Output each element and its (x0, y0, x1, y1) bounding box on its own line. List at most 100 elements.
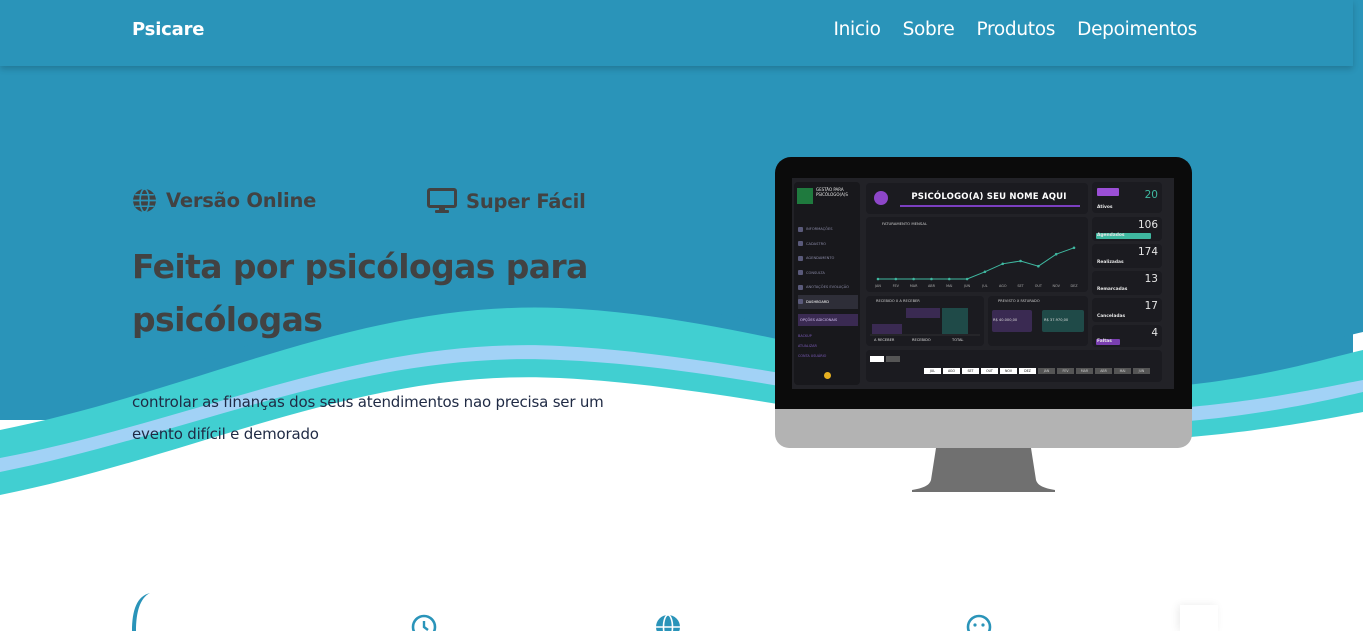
revenue-point (983, 270, 987, 274)
kpi-faltas-value: 4 (1151, 327, 1158, 339)
month-chip[interactable]: NOV (1000, 368, 1017, 374)
kpi-realizadas: 174 Realizadas (1092, 244, 1162, 268)
month-chip[interactable]: AGO (943, 368, 960, 374)
globe-icon (133, 188, 156, 213)
billed-value: R$ 37.970,00 (1044, 318, 1069, 322)
month-chip[interactable]: OUT (981, 368, 998, 374)
revenue-month-label: DEZ (1070, 284, 1078, 288)
dash-side-extra[interactable]: OPÇÕES ADICIONAIS (798, 314, 858, 326)
monitor-chin (775, 409, 1192, 448)
revenue-month-label: ABR (928, 284, 936, 288)
month-chip[interactable]: ABR (1095, 368, 1112, 374)
kpi-agendados-label: Agendados (1097, 233, 1125, 238)
feature-easy: Super Fácil (427, 188, 586, 214)
monitor-mockup: GESTÃO PARA PSICÓLOGO(A)S INFORMAÇÕES CA… (775, 157, 1192, 493)
revenue-month-label: AGO (999, 284, 1007, 288)
nav-link-depoimentos[interactable]: Depoimentos (1077, 19, 1197, 40)
kpi-ativos: 20 Ativos (1092, 182, 1162, 213)
feature-online: Versão Online (132, 188, 316, 213)
people-icon (1097, 188, 1119, 196)
revenue-month-label: OUT (1035, 284, 1043, 288)
forecast-card-title: PREVISTO X FATURADO (998, 299, 1040, 303)
revenue-point (1054, 252, 1058, 256)
brand-logo[interactable]: Psicare (132, 19, 204, 40)
month-chip[interactable]: JUN (1133, 368, 1150, 374)
monitor-stand (912, 448, 1055, 492)
dash-side-item[interactable]: CONSULTA (798, 266, 858, 281)
revenue-chart-card: FATURAMENTO MENSAL JAN FEV MAR ABR MAI JUN JUL… (866, 217, 1088, 292)
kpi-faltas-label: Faltas (1097, 339, 1112, 344)
year-chip[interactable] (886, 356, 900, 362)
kpi-realizadas-value: 174 (1137, 246, 1158, 258)
revenue-point (947, 277, 951, 281)
revenue-point (1037, 264, 1040, 268)
revenue-point (1001, 262, 1005, 266)
revenue-month-label: NOV (1052, 284, 1060, 288)
dash-side-sub[interactable]: ATUALIZAR (798, 344, 858, 348)
kpi-agendados-value: 106 (1137, 219, 1158, 231)
kpi-agendados: 106 Agendados (1092, 217, 1162, 241)
month-chip[interactable]: SET (962, 368, 979, 374)
month-chip[interactable]: JUL (924, 368, 941, 374)
nav-links: Inicio Sobre Produtos Depoimentos (833, 19, 1197, 40)
revenue-point (965, 277, 969, 281)
feature-online-label: Versão Online (166, 189, 317, 212)
clock-icon (411, 614, 437, 631)
col-a-receber: A RECEBER (874, 338, 895, 342)
kpi-remarcadas-label: Remarcadas (1097, 287, 1128, 292)
kpi-canceladas-value: 17 (1144, 300, 1158, 312)
revenue-point (1019, 259, 1022, 263)
nav-link-inicio[interactable]: Inicio (833, 19, 880, 40)
year-chip[interactable] (870, 356, 884, 362)
revenue-month-label: JUL (981, 284, 987, 288)
month-filter: JUL AGO SET OUT NOV DEZ JAN FEV MAR ABR MAI JUN (866, 350, 1162, 382)
kpi-canceladas-label: Canceladas (1097, 314, 1126, 319)
excel-logo-icon (797, 188, 813, 204)
revenue-month-label: JAN (874, 284, 881, 288)
dashboard-sidebar: GESTÃO PARA PSICÓLOGO(A)S INFORMAÇÕES CA… (794, 182, 860, 385)
hero-subtext: controlar as finanças dos seus atendimen… (132, 393, 604, 443)
kpi-canceladas: 17 Canceladas (1092, 298, 1162, 322)
hero-headline: Feita por psicólogas para psicólogas (132, 247, 588, 339)
dash-side-sub[interactable]: CONTA USUÁRIO (798, 354, 858, 358)
dash-side-item[interactable]: AGENDAMENTO (798, 251, 858, 266)
globe-icon (656, 614, 680, 631)
col-total: TOTAL (952, 338, 964, 342)
feature-card-edge (1180, 605, 1218, 631)
dash-side-item[interactable]: INFORMAÇÕES (798, 222, 858, 237)
nav-link-produtos[interactable]: Produtos (976, 19, 1055, 40)
monitor-icon (427, 188, 457, 213)
brain-icon (874, 191, 888, 205)
navbar: Psicare Inicio Sobre Produtos Depoimento… (0, 0, 1353, 66)
kpi-ativos-label: Ativos (1097, 205, 1113, 210)
revenue-line (878, 247, 1075, 280)
month-chips: JUL AGO SET OUT NOV DEZ JAN FEV MAR ABR MAI JUN (924, 368, 1150, 374)
dash-side-item[interactable]: ANOTAÇÕES EVOLUÇÃO (798, 280, 858, 295)
nav-link-sobre[interactable]: Sobre (903, 19, 955, 40)
dash-side-sub[interactable]: BACKUP (798, 334, 858, 338)
month-chip[interactable]: MAR (1076, 368, 1093, 374)
card-accent (132, 593, 150, 631)
dash-side-item-active[interactable]: DASHBOARD (798, 294, 858, 309)
month-chip[interactable]: DEZ (1019, 368, 1036, 374)
dashboard-header: PSICÓLOGO(A) SEU NOME AQUI (866, 183, 1088, 214)
revenue-point (1072, 246, 1076, 250)
feature-easy-label: Super Fácil (466, 189, 586, 213)
dashboard-logo-text: GESTÃO PARA PSICÓLOGO(A)S (816, 187, 848, 197)
month-chip[interactable]: MAI (1114, 368, 1131, 374)
month-chip[interactable]: FEV (1057, 368, 1074, 374)
revenue-point (894, 277, 898, 281)
dash-side-item[interactable]: CADASTRO (798, 237, 858, 252)
revenue-month-label: FEV (893, 284, 900, 288)
revenue-month-label: JUN (963, 284, 970, 288)
month-chip[interactable]: JAN (1038, 368, 1055, 374)
scrollbar-gutter (1353, 0, 1363, 100)
forecast-card: PREVISTO X FATURADO R$ 40.000,00 R$ 37.9… (988, 296, 1088, 346)
sun-icon (824, 372, 831, 379)
revenue-month-label: MAI (946, 284, 952, 288)
kpi-faltas: 4 Faltas (1092, 325, 1162, 347)
title-underline (900, 205, 1080, 207)
kpi-remarcadas-value: 13 (1144, 273, 1158, 285)
revenue-month-label: MAR (910, 284, 918, 288)
forecast-value: R$ 40.000,00 (993, 318, 1018, 322)
